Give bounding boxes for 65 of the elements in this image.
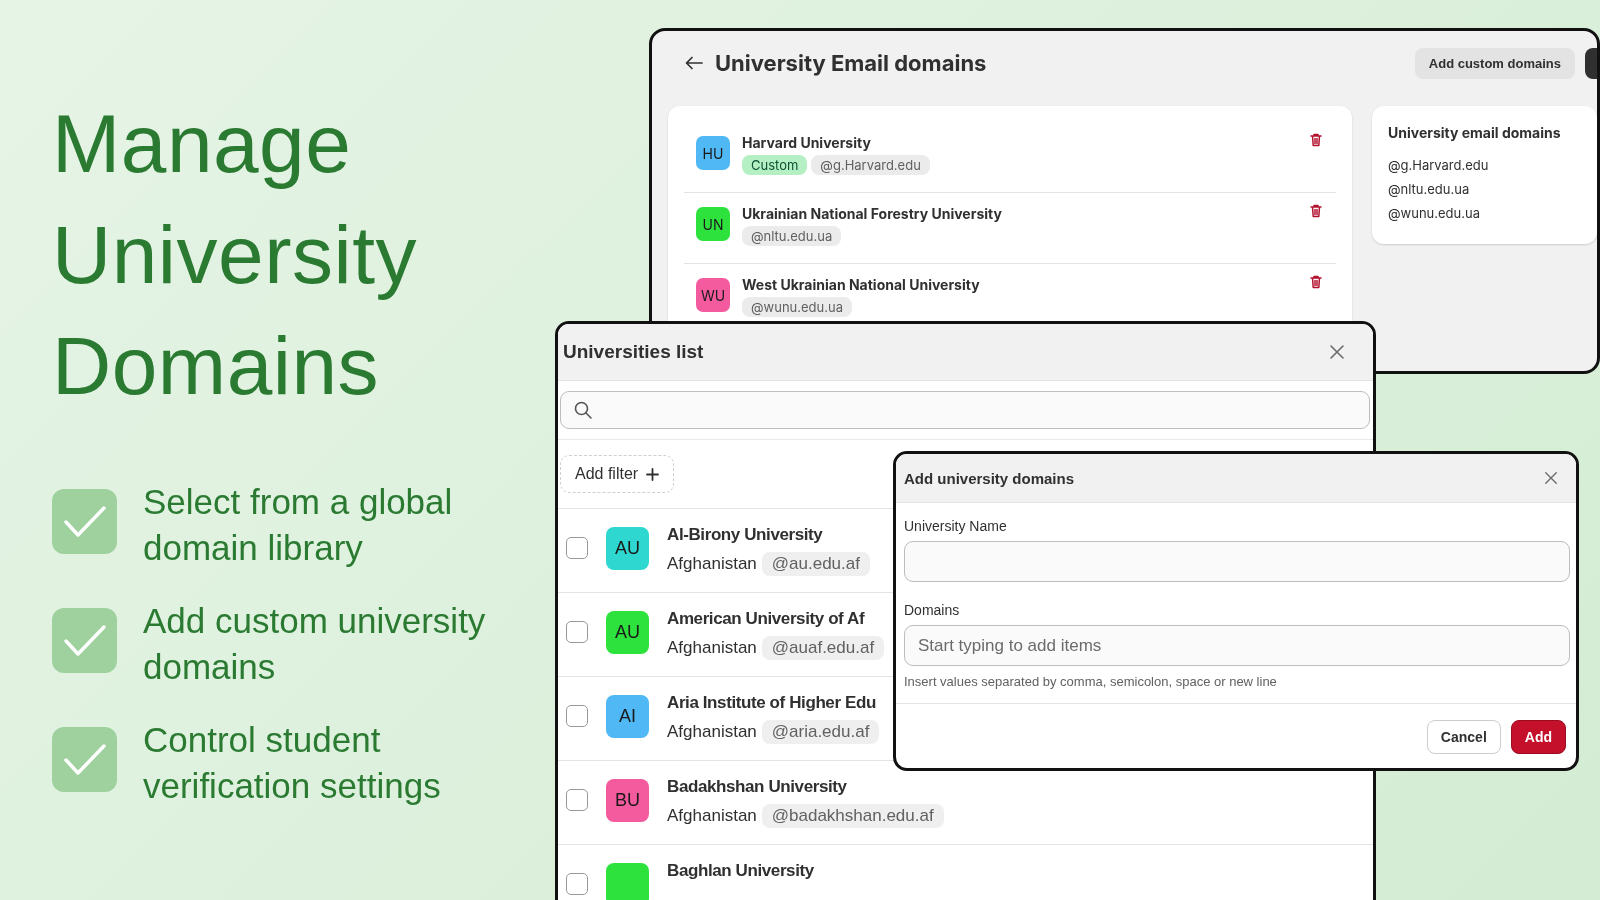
checkmark-icon: [52, 727, 117, 792]
trash-icon[interactable]: [1308, 203, 1324, 219]
university-name: American University of Af: [667, 609, 866, 629]
university-name: Al-Birony University: [667, 525, 824, 545]
page-title: University Email domains: [715, 50, 988, 76]
checkmark-icon: [52, 489, 117, 554]
initials-avatar: AI: [606, 695, 649, 738]
domain-text: @wunu.edu.ua: [1388, 205, 1481, 221]
domain-tag: @nltu.edu.ua: [742, 226, 842, 246]
plus-icon: [646, 467, 660, 481]
university-name: Ukrainian National Forestry University: [742, 205, 1003, 222]
input-field[interactable]: Start typing to add items: [904, 625, 1570, 666]
domain-tag: @badakhshan.edu.af: [761, 804, 944, 828]
checkmark-icon: [52, 608, 117, 673]
domain-text: @g.Harvard.edu: [1388, 157, 1490, 173]
cancel-button[interactable]: Cancel: [1426, 720, 1501, 754]
feature-text: Select from a global domain library: [143, 481, 454, 569]
domain-tag: @wunu.edu.ua: [742, 297, 852, 317]
add-filter-button[interactable]: Add filter: [560, 455, 675, 493]
back-arrow-icon[interactable]: [685, 56, 703, 70]
initials-avatar: UN: [696, 207, 730, 241]
close-icon[interactable]: [1329, 344, 1345, 360]
country-text: Afghanistan: [667, 638, 757, 658]
dark-button[interactable]: [1585, 47, 1597, 79]
checkbox[interactable]: [566, 873, 588, 895]
domain-tag: @auaf.edu.af: [761, 636, 885, 660]
summary-title: University email domains: [1388, 124, 1562, 141]
country-text: Afghanistan: [667, 806, 757, 826]
initials-avatar: WU: [696, 278, 730, 312]
hero-title: Manage University Domains: [52, 97, 418, 413]
field-label: Domains: [904, 602, 961, 618]
search-icon: [573, 400, 593, 420]
domain-text: @nltu.edu.ua: [1388, 181, 1471, 197]
domain-tag: @g.Harvard.edu: [811, 155, 930, 175]
initials-avatar: BU: [606, 779, 649, 822]
domain-tag: @aria.edu.af: [761, 720, 880, 744]
country-text: Afghanistan: [667, 722, 757, 742]
trash-icon[interactable]: [1308, 132, 1324, 148]
add-custom-domains-button[interactable]: Add custom domains: [1414, 47, 1575, 79]
checkbox[interactable]: [566, 705, 588, 727]
university-name: Baghlan University: [667, 861, 814, 881]
modal-title: Add university domains: [904, 469, 1075, 487]
custom-tag: Custom: [742, 155, 808, 175]
close-icon[interactable]: [1544, 471, 1558, 485]
add-button[interactable]: Add: [1510, 720, 1566, 754]
checkbox[interactable]: [566, 621, 588, 643]
university-name: West Ukrainian National University: [742, 276, 981, 293]
university-name: Aria Institute of Higher Edu: [667, 693, 877, 713]
field-label: University Name: [904, 518, 1008, 534]
trash-icon[interactable]: [1308, 274, 1324, 290]
help-text: Insert values separated by comma, semicolon, space or new line: [904, 674, 1278, 689]
checkbox[interactable]: [566, 789, 588, 811]
country-text: Afghanistan: [667, 554, 757, 574]
modal-title: Universities list: [563, 341, 704, 363]
domain-tag: @au.edu.af: [761, 552, 870, 576]
input-field[interactable]: [904, 541, 1570, 582]
checkbox[interactable]: [566, 537, 588, 559]
feature-text: Add custom university domains: [143, 600, 487, 688]
initials-avatar: HU: [696, 136, 730, 170]
university-name: Harvard University: [742, 134, 872, 151]
initials-avatar: AU: [606, 611, 649, 654]
search-field[interactable]: [560, 391, 1370, 429]
university-name: Badakhshan University: [667, 777, 848, 797]
initials-avatar: AU: [606, 527, 649, 570]
feature-text: Control student verification settings: [143, 719, 442, 807]
